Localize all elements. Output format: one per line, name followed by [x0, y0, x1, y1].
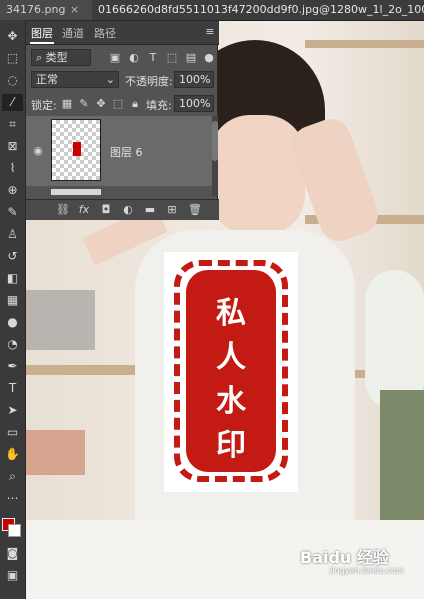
tab-document-2[interactable]: 01666260d8fd5511013f47200dd9f0.jpg@1280w… — [92, 0, 424, 20]
seal-char: 水 — [216, 384, 246, 419]
lock-transparent-icon[interactable]: ▦ — [61, 98, 73, 110]
shape-filter-icon[interactable]: ⬚ — [166, 52, 178, 64]
more-icon[interactable]: ⋯ — [2, 490, 23, 507]
shape-icon[interactable]: ▭ — [2, 424, 23, 441]
watermark-text: Baidu 经验 — [300, 548, 389, 567]
history-brush-icon[interactable]: ↺ — [2, 248, 23, 265]
gradient-icon[interactable]: ▦ — [2, 292, 23, 309]
books — [25, 430, 85, 475]
path-select-icon[interactable]: ➤ — [2, 402, 23, 419]
close-icon[interactable]: × — [70, 0, 79, 20]
face — [210, 115, 305, 235]
move-icon[interactable]: ✥ — [2, 28, 23, 45]
hand-icon[interactable]: ✋ — [2, 446, 23, 463]
watermark-url: jingyan.baidu.com — [330, 566, 404, 575]
frame-icon[interactable]: ⊠ — [2, 138, 23, 155]
tab-layers[interactable]: 图层 — [31, 25, 53, 41]
screen-mode-icon[interactable]: ▣ — [2, 567, 23, 584]
flowers — [365, 270, 424, 410]
crop-icon[interactable]: ⌗ — [2, 116, 23, 133]
chevron-down-icon: ⌄ — [105, 73, 115, 86]
layers-panel: 图层 通道 路径 ≡ ⌕ 类型 ▣ ◐ T ⬚ ▤ ● 正常 ⌄ 不透明度: 1… — [25, 20, 219, 220]
layer-thumbnail — [51, 119, 101, 181]
thumbnail-seal — [73, 142, 81, 156]
seal-body: 私 人 水 印 — [186, 270, 276, 472]
magic-wand-icon[interactable]: ⁄ — [2, 94, 23, 111]
fill-label: 填充: — [146, 99, 172, 112]
fill-value: 100% — [179, 97, 211, 110]
eraser-icon[interactable]: ◧ — [2, 270, 23, 287]
mask-icon[interactable]: ◘ — [100, 204, 112, 216]
image-filter-icon[interactable]: ▣ — [109, 52, 121, 64]
zoom-icon[interactable]: ⌕ — [2, 468, 23, 485]
seal-char: 私 — [216, 296, 246, 331]
tab-label: 01666260d8fd5511013f47200dd9f0.jpg@1280w… — [98, 3, 424, 16]
type-icon[interactable]: T — [2, 380, 23, 397]
filter-kind-select[interactable]: ⌕ 类型 — [31, 49, 91, 66]
adjustment-icon[interactable]: ◐ — [122, 204, 134, 216]
tab-label: 34176.png — [6, 3, 66, 16]
smart-object-filter-icon[interactable]: ▤ — [185, 52, 197, 64]
layer-thumbnail-partial — [51, 189, 101, 195]
eyedropper-icon[interactable]: ⌇ — [2, 160, 23, 177]
blur-icon[interactable]: ● — [2, 314, 23, 331]
opacity-input[interactable]: 100% — [174, 71, 214, 88]
quick-mask-icon[interactable]: ◙ — [2, 545, 23, 562]
tab-channels[interactable]: 通道 — [62, 25, 84, 41]
seal-char: 人 — [216, 340, 246, 375]
panel-menu-icon[interactable]: ≡ — [204, 26, 216, 38]
marquee-icon[interactable]: ⬚ — [2, 50, 23, 67]
lock-label: 锁定: — [31, 99, 57, 112]
opacity-label: 不透明度: — [125, 75, 173, 88]
shelf-board — [25, 365, 135, 375]
lock-pixels-icon[interactable]: ✎ — [78, 98, 90, 110]
healing-icon[interactable]: ⊕ — [2, 182, 23, 199]
filter-kind-value: 类型 — [45, 51, 68, 64]
link-icon[interactable]: ⛓ — [56, 204, 70, 216]
adjustment-filter-icon[interactable]: ◐ — [128, 52, 140, 64]
panel-footer: ⛓ fx ◘ ◐ ▬ ⊞ 🗑︎ — [26, 199, 219, 220]
layer-row[interactable]: ◉ 图层 6 — [26, 116, 214, 186]
dodge-icon[interactable]: ◔ — [2, 336, 23, 353]
layer-name[interactable]: 图层 6 — [110, 144, 143, 160]
scrollbar-thumb[interactable] — [212, 121, 218, 161]
seal-image[interactable]: 私 人 水 印 — [164, 252, 298, 492]
vase — [380, 390, 424, 540]
filter-toggle-icon[interactable]: ● — [203, 52, 215, 64]
stamp-icon[interactable]: ♙ — [2, 226, 23, 243]
lock-all-icon[interactable]: 🔒︎ — [129, 98, 141, 110]
tab-paths[interactable]: 路径 — [94, 25, 116, 41]
new-layer-icon[interactable]: ⊞ — [166, 204, 178, 216]
brush-icon[interactable]: ✎ — [2, 204, 23, 221]
pen-icon[interactable]: ✒ — [2, 358, 23, 375]
document-tabs: 34176.png × 01666260d8fd5511013f47200dd9… — [0, 0, 424, 21]
panel-header: 图层 通道 路径 ≡ — [26, 21, 219, 45]
opacity-value: 100% — [179, 73, 211, 86]
fx-icon[interactable]: fx — [78, 204, 90, 216]
books — [25, 290, 95, 350]
shelf-board — [305, 40, 424, 48]
lock-artboard-icon[interactable]: ⬚ — [112, 98, 124, 110]
fill-input[interactable]: 100% — [174, 95, 214, 112]
tab-document-1[interactable]: 34176.png × — [0, 0, 96, 20]
type-filter-icon[interactable]: T — [147, 52, 159, 64]
blend-mode-value: 正常 — [36, 73, 58, 86]
trash-icon[interactable]: 🗑︎ — [188, 204, 202, 216]
blend-mode-select[interactable]: 正常 ⌄ — [31, 71, 119, 88]
eye-icon[interactable]: ◉ — [32, 145, 44, 157]
search-icon: ⌕ — [36, 51, 46, 64]
background-color-swatch[interactable] — [8, 524, 21, 537]
folder-icon[interactable]: ▬ — [144, 204, 156, 216]
tools-panel: ✥ ⬚ ◌ ⁄ ⌗ ⊠ ⌇ ⊕ ✎ ♙ ↺ ◧ ▦ ● ◔ ✒ T ➤ ▭ ✋ … — [0, 20, 26, 599]
seal-char: 印 — [216, 428, 246, 463]
active-tab-indicator — [30, 42, 54, 44]
lasso-icon[interactable]: ◌ — [2, 72, 23, 89]
baidu-watermark: Baidu 经验 jingyan.baidu.com — [300, 540, 424, 580]
lock-position-icon[interactable]: ✥ — [95, 98, 107, 110]
